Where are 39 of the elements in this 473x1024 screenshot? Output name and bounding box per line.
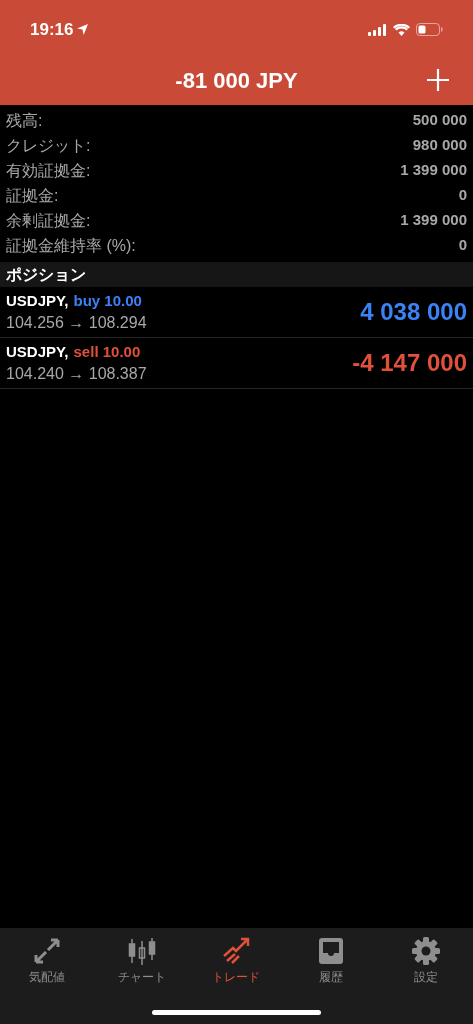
position-row[interactable]: USDJPY, sell 10.00 104.240 → 108.387 -4 147 000 (0, 338, 473, 389)
tab-item[interactable]: 設定 (378, 936, 473, 985)
header-title: -81 000 JPY (175, 66, 298, 95)
position-prices: 104.240 → 108.387 (6, 364, 147, 384)
account-value: 0 (458, 235, 467, 256)
account-label: 証拠金: (6, 185, 59, 206)
candlestick-icon (126, 936, 157, 966)
account-value: 0 (458, 185, 467, 206)
battery-icon (416, 23, 443, 36)
location-arrow-icon (77, 24, 89, 35)
signal-icon (368, 23, 387, 36)
position-symbol: USDJPY, (6, 291, 69, 311)
account-value: 1 399 000 (400, 210, 467, 231)
account-value: 1 399 000 (400, 160, 467, 181)
account-label: 証拠金維持率 (%): (6, 235, 136, 256)
position-prices: 104.256 → 108.294 (6, 313, 147, 333)
plus-icon (427, 69, 449, 91)
account-value: 500 000 (412, 110, 467, 131)
position-side: buy 10.00 (73, 291, 142, 311)
tab-item[interactable]: 気配値 (0, 936, 95, 985)
trend-icon (221, 936, 252, 966)
arrows-icon (32, 936, 63, 966)
wifi-icon (393, 23, 410, 36)
section-title: ポジション (6, 264, 86, 285)
status-time: 19:16 (30, 18, 74, 41)
position-profit: -4 147 000 (352, 348, 467, 378)
tab-item[interactable]: トレード (189, 936, 284, 985)
account-label: 有効証拠金: (6, 160, 91, 181)
account-label: 余剰証拠金: (6, 210, 91, 231)
account-label: クレジット: (6, 135, 91, 156)
position-row[interactable]: USDJPY, buy 10.00 104.256 → 108.294 4 038 000 (0, 287, 473, 338)
position-symbol: USDJPY, (6, 342, 69, 362)
account-label: 残高: (6, 110, 43, 131)
settings-icon (410, 936, 441, 966)
account-value: 980 000 (412, 135, 467, 156)
position-side: sell 10.00 (73, 342, 141, 362)
tab-item[interactable]: チャート (94, 936, 190, 985)
position-profit: 4 038 000 (360, 297, 467, 327)
tab-item[interactable]: 履歴 (283, 936, 379, 985)
